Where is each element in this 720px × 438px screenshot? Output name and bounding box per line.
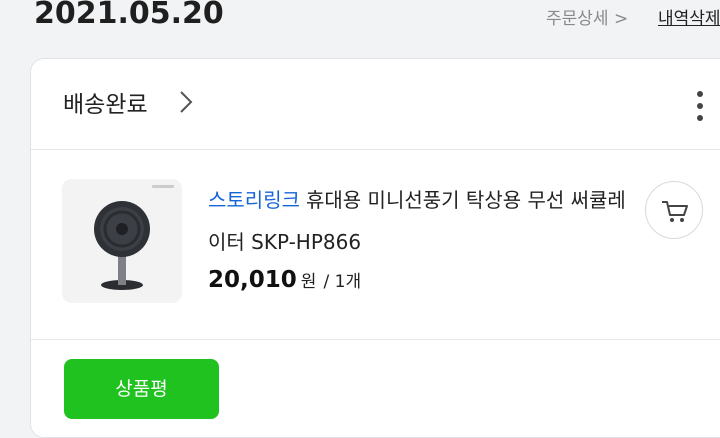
product-quantity: / 1개 <box>323 272 362 292</box>
order-detail-link[interactable]: 주문상세 > <box>546 4 628 29</box>
product-brand[interactable]: 스토리링크 <box>208 188 300 212</box>
divider <box>31 149 720 150</box>
add-to-cart-button[interactable] <box>645 181 703 239</box>
history-delete-link[interactable]: 내역삭제 <box>658 4 720 29</box>
product-image[interactable] <box>62 179 182 303</box>
write-review-button[interactable]: 상품평 <box>64 359 219 419</box>
chevron-right-icon <box>180 91 193 113</box>
desk-fan-image-icon <box>62 179 182 303</box>
cart-icon <box>662 201 688 222</box>
price-unit: 원 <box>300 272 317 292</box>
top-bar: 2021.05.20 주문상세 > 내역삭제 <box>0 0 720 52</box>
order-card: 배송완료 스토리링크 휴대용 미니선풍기 탁상용 무선 써큘레이터 SKP-HP8… <box>30 58 720 438</box>
price-row: 20,010 원 / 1개 <box>208 267 361 293</box>
product-title[interactable]: 스토리링크 휴대용 미니선풍기 탁상용 무선 써큘레이터 SKP-HP866 <box>208 179 628 263</box>
divider <box>31 339 720 340</box>
product-price: 20,010 <box>208 267 297 293</box>
more-vertical-icon[interactable] <box>693 89 707 123</box>
delivery-status: 배송완료 <box>63 92 148 118</box>
delivery-status-row[interactable]: 배송완료 <box>31 59 720 149</box>
order-date: 2021.05.20 <box>34 0 224 31</box>
